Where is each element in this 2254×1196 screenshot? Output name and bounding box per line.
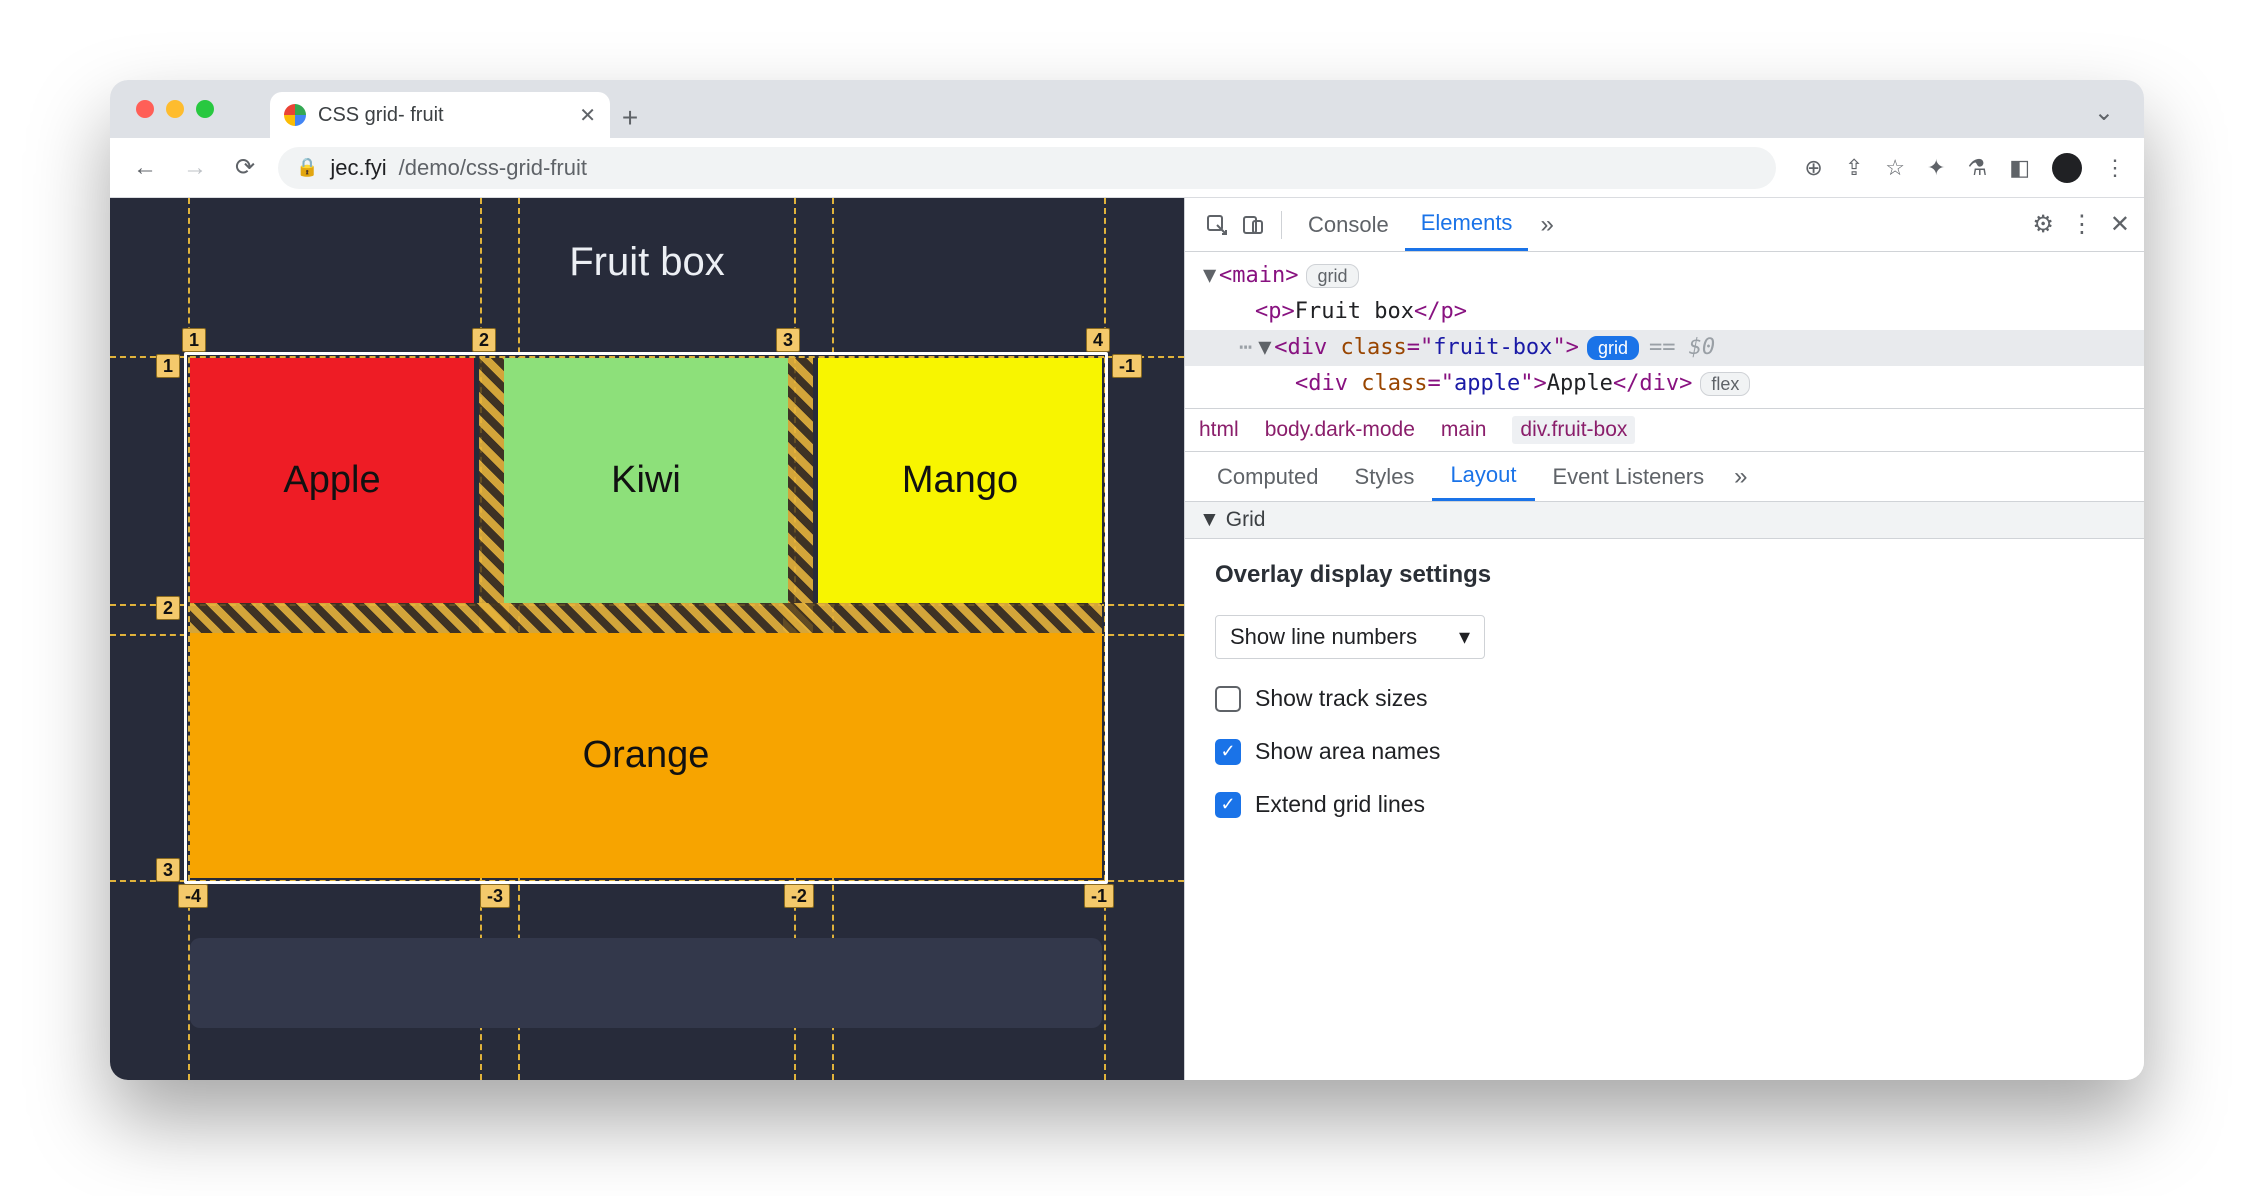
line-label: 3: [156, 858, 180, 882]
browser-window: CSS grid- fruit ✕ + ⌄ ← → ⟳ 🔒 jec.fyi/de…: [110, 80, 2144, 1080]
line-label: -3: [480, 884, 510, 908]
flex-badge[interactable]: flex: [1700, 372, 1750, 396]
checkbox-extend-lines[interactable]: ✓ Extend grid lines: [1215, 791, 2114, 818]
device-toolbar-icon[interactable]: [1235, 207, 1271, 243]
cell-kiwi: Kiwi: [504, 358, 788, 603]
menu-icon[interactable]: ⋮: [2104, 155, 2126, 181]
extensions-icon[interactable]: ✦: [1927, 155, 1945, 181]
page-title: Fruit box: [110, 240, 1184, 285]
settings-gear-icon[interactable]: ⚙: [2032, 210, 2054, 239]
cell-apple: Apple: [190, 358, 474, 603]
breadcrumb-item[interactable]: main: [1441, 418, 1487, 442]
tab-elements[interactable]: Elements: [1405, 198, 1529, 251]
breadcrumb-item[interactable]: html: [1199, 418, 1239, 442]
tab-console[interactable]: Console: [1292, 198, 1405, 251]
profile-avatar[interactable]: [2052, 153, 2082, 183]
line-label: 1: [182, 328, 206, 352]
browser-tab[interactable]: CSS grid- fruit ✕: [270, 92, 610, 138]
separator: [1281, 211, 1282, 239]
new-tab-button[interactable]: +: [610, 98, 650, 138]
tab-title: CSS grid- fruit: [318, 104, 444, 127]
layout-grid-panel: Overlay display settings Show line numbe…: [1185, 539, 2144, 840]
traffic-lights: [136, 100, 214, 118]
subtab-styles[interactable]: Styles: [1337, 452, 1433, 501]
checkbox-checked-icon: ✓: [1215, 739, 1241, 765]
line-label: 2: [156, 596, 180, 620]
grid-badge-active[interactable]: grid: [1587, 336, 1639, 360]
bookmark-icon[interactable]: ☆: [1885, 155, 1905, 181]
browser-toolbar: ← → ⟳ 🔒 jec.fyi/demo/css-grid-fruit ⊕ ⇪ …: [110, 138, 2144, 198]
tab-strip: CSS grid- fruit ✕ + ⌄: [110, 80, 2144, 138]
kebab-menu-icon[interactable]: ⋮: [2070, 210, 2094, 239]
caret-down-icon: ▼: [1199, 508, 1220, 532]
share-icon[interactable]: ⇪: [1845, 155, 1863, 181]
favicon-icon: [284, 104, 306, 126]
selected-node-marker: == $0: [1649, 330, 1715, 366]
line-label: -1: [1084, 884, 1114, 908]
cell-mango: Mango: [818, 358, 1102, 603]
inspect-element-icon[interactable]: [1199, 207, 1235, 243]
ellipsis-icon[interactable]: ⋯: [1233, 330, 1258, 366]
checkbox-area-names[interactable]: ✓ Show area names: [1215, 738, 2114, 765]
dom-node-apple[interactable]: <div class="apple">Apple</div> flex: [1185, 366, 2144, 402]
breadcrumb-item[interactable]: body.dark-mode: [1265, 418, 1415, 442]
grid-badge[interactable]: grid: [1306, 264, 1358, 288]
line-label: -4: [178, 884, 208, 908]
styles-sub-tabs: Computed Styles Layout Event Listeners »: [1185, 452, 2144, 502]
grid-section-header[interactable]: ▼ Grid: [1185, 502, 2144, 539]
dom-breadcrumb: html body.dark-mode main div.fruit-box: [1185, 408, 2144, 452]
content-split: Fruit box Apple Kiwi Mango Orange 1 2 3 …: [110, 198, 2144, 1080]
subtab-computed[interactable]: Computed: [1199, 452, 1337, 501]
side-panel-icon[interactable]: ◧: [2009, 155, 2030, 181]
line-label: 4: [1086, 328, 1110, 352]
line-label: -2: [784, 884, 814, 908]
zoom-icon[interactable]: ⊕: [1804, 155, 1822, 181]
checkbox-icon: [1215, 686, 1241, 712]
reload-button[interactable]: ⟳: [228, 151, 262, 185]
tabs-overflow-icon[interactable]: »: [1528, 211, 1565, 239]
checkbox-checked-icon: ✓: [1215, 792, 1241, 818]
page-viewport: Fruit box Apple Kiwi Mango Orange 1 2 3 …: [110, 198, 1184, 1080]
overlay-settings-heading: Overlay display settings: [1215, 561, 2114, 589]
line-label: 1: [156, 354, 180, 378]
back-button[interactable]: ←: [128, 151, 162, 185]
url-path: /demo/css-grid-fruit: [399, 155, 587, 181]
dom-node-main[interactable]: ▼<main>grid: [1185, 258, 2144, 294]
window-close-button[interactable]: [136, 100, 154, 118]
checkbox-track-sizes[interactable]: Show track sizes: [1215, 685, 2114, 712]
chevron-down-icon[interactable]: ⌄: [2094, 98, 2114, 127]
grid-demo: Apple Kiwi Mango Orange 1 2 3 4 1 2 3 -1…: [190, 358, 1102, 878]
breadcrumb-item-selected[interactable]: div.fruit-box: [1512, 416, 1635, 444]
subtabs-overflow-icon[interactable]: »: [1722, 463, 1759, 491]
line-label: 2: [472, 328, 496, 352]
dom-node-p[interactable]: <p>Fruit box</p>: [1185, 294, 2144, 330]
toolbar-right-icons: ⊕ ⇪ ☆ ✦ ⚗ ◧ ⋮: [1804, 153, 2126, 183]
devtools-panel: Console Elements » ⚙ ⋮ ✕ ▼<main>grid <p>…: [1184, 198, 2144, 1080]
address-bar[interactable]: 🔒 jec.fyi/demo/css-grid-fruit: [278, 147, 1776, 189]
subtab-layout[interactable]: Layout: [1432, 452, 1534, 501]
close-devtools-icon[interactable]: ✕: [2110, 210, 2130, 239]
window-zoom-button[interactable]: [196, 100, 214, 118]
labs-icon[interactable]: ⚗: [1967, 155, 1987, 181]
window-minimize-button[interactable]: [166, 100, 184, 118]
line-label-mode-select[interactable]: Show line numbers ▾: [1215, 615, 1485, 659]
chevron-down-icon: ▾: [1459, 624, 1470, 650]
line-label: 3: [776, 328, 800, 352]
dom-node-fruit-box[interactable]: ⋯ ▼<div class="fruit-box"> grid == $0: [1185, 330, 2144, 366]
close-tab-icon[interactable]: ✕: [579, 103, 596, 128]
cell-orange: Orange: [190, 633, 1102, 878]
partial-card: [190, 938, 1102, 1028]
grid-cells: Apple Kiwi Mango Orange: [190, 358, 1102, 878]
lock-icon: 🔒: [296, 157, 318, 178]
subtab-event-listeners[interactable]: Event Listeners: [1535, 452, 1723, 501]
dom-tree[interactable]: ▼<main>grid <p>Fruit box</p> ⋯ ▼<div cla…: [1185, 252, 2144, 408]
forward-button[interactable]: →: [178, 151, 212, 185]
devtools-tabs: Console Elements » ⚙ ⋮ ✕: [1185, 198, 2144, 252]
line-label: -1: [1112, 354, 1142, 378]
url-domain: jec.fyi: [330, 155, 386, 181]
